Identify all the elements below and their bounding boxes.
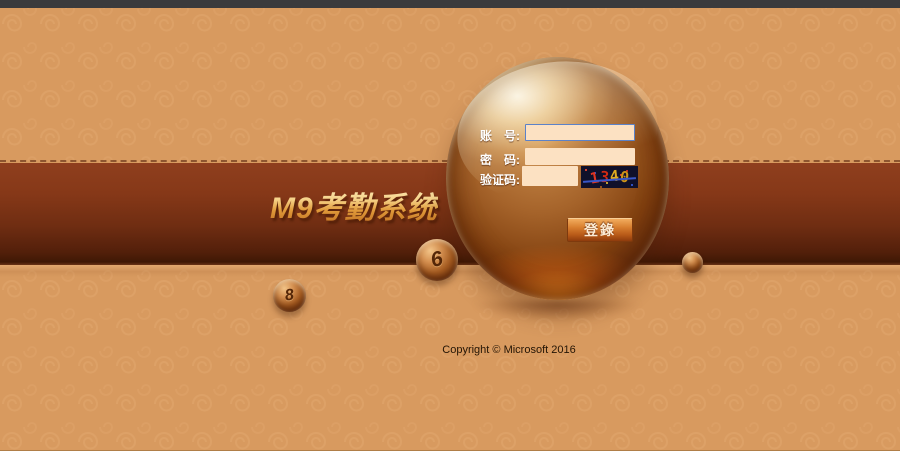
account-input[interactable] — [525, 124, 635, 141]
captcha-noise-dots — [585, 169, 587, 171]
captcha-digit: 4 — [609, 168, 620, 184]
login-button[interactable]: 登錄 — [567, 218, 633, 242]
sphere-reflection — [450, 301, 664, 341]
captcha-label: 验证码: — [458, 171, 520, 188]
decor-ball-8: 8 — [273, 279, 306, 312]
captcha-digit: 3 — [599, 169, 610, 185]
ball-number: 8 — [284, 286, 295, 305]
account-label: 账 号: — [458, 127, 520, 144]
password-input[interactable] — [525, 148, 635, 165]
password-label: 密 码: — [458, 151, 520, 168]
ball-number: 6 — [428, 247, 445, 273]
page-title: M9考勤系统 — [270, 183, 438, 227]
captcha-input[interactable] — [522, 166, 578, 186]
decor-ball-small — [682, 252, 703, 273]
decor-ball-6: 6 — [416, 239, 458, 281]
captcha-image[interactable]: 1 3 4 0 — [581, 166, 638, 188]
login-page: M9考勤系统 6 8 账 号: 密 码: 验证码: 1 3 4 0 登錄 Cop… — [0, 0, 900, 451]
window-top-bar — [0, 0, 900, 8]
copyright-text: Copyright © Microsoft 2016 — [442, 344, 575, 356]
